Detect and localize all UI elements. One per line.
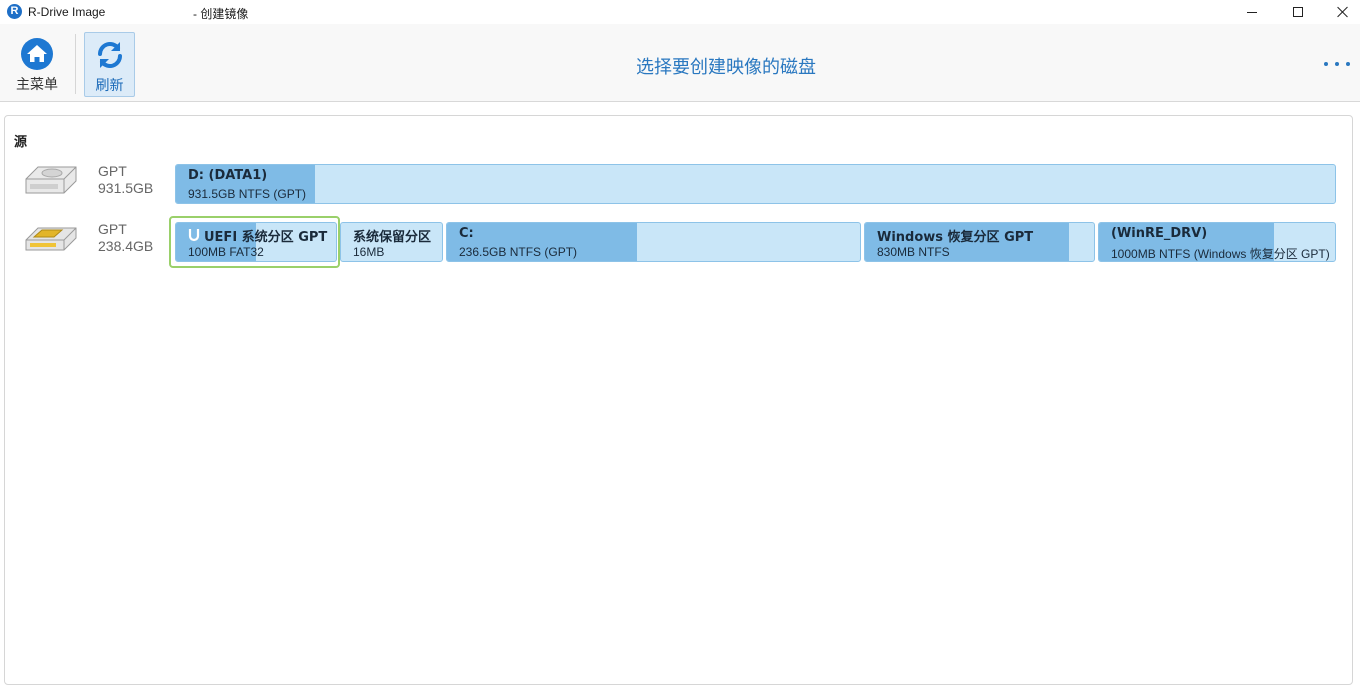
more-dot-icon: [1335, 62, 1339, 66]
partition-name: 系统保留分区: [353, 230, 432, 245]
close-icon: [1337, 6, 1349, 18]
partition-name: C:: [459, 226, 474, 241]
ssd-icon[interactable]: [22, 222, 78, 256]
disk-partition-style: GPT: [98, 221, 127, 237]
maximize-button[interactable]: [1275, 0, 1321, 24]
page-title: 选择要创建映像的磁盘: [636, 57, 816, 78]
partition-name: Windows 恢复分区 GPT: [877, 230, 1034, 245]
more-dot-icon: [1324, 62, 1328, 66]
partition-c[interactable]: C: 236.5GB NTFS (GPT): [446, 222, 861, 262]
window-subtitle: - 创建镜像: [193, 7, 249, 21]
partition-d-data1[interactable]: D: (DATA1) 931.5GB NTFS (GPT): [175, 164, 1336, 204]
disk-size: 238.4GB: [98, 238, 154, 254]
toolbar: 主菜单 刷新 选择要创建映像的磁盘: [0, 24, 1360, 102]
more-dot-icon: [1346, 62, 1350, 66]
disk-selection-panel: 源 GPT 931.5GB D: (DATA1) 931.5GB NTFS (G…: [4, 115, 1353, 685]
boot-partition-icon: [188, 229, 200, 242]
partition-winre-drv[interactable]: (WinRE_DRV) 1000MB NTFS (Windows 恢复分区 GP…: [1098, 222, 1336, 262]
partition-info: 16MB: [353, 245, 385, 259]
partition-name: UEFI 系统分区 GPT: [188, 226, 327, 245]
maximize-icon: [1293, 7, 1303, 17]
partition-name: D: (DATA1): [188, 168, 268, 183]
partition-name-text: UEFI 系统分区 GPT: [204, 230, 328, 245]
disk-size: 931.5GB: [98, 180, 154, 196]
hdd-icon[interactable]: [22, 163, 78, 197]
close-button[interactable]: [1320, 0, 1360, 24]
minimize-icon: [1247, 11, 1257, 13]
partition-system-reserved[interactable]: 系统保留分区 16MB: [340, 222, 443, 262]
partition-uefi[interactable]: UEFI 系统分区 GPT 100MB FAT32: [175, 222, 337, 262]
partition-info: 1000MB NTFS (Windows 恢复分区 GPT): [1111, 247, 1330, 261]
source-section-label: 源: [14, 135, 28, 150]
disk-partition-style: GPT: [98, 163, 127, 179]
app-title: R-Drive Image: [28, 5, 106, 19]
partition-info: 236.5GB NTFS (GPT): [459, 245, 578, 259]
minimize-button[interactable]: [1229, 0, 1275, 24]
more-options-button[interactable]: [1324, 58, 1350, 70]
partition-windows-recovery[interactable]: Windows 恢复分区 GPT 830MB NTFS: [864, 222, 1095, 262]
app-logo-icon: R: [7, 4, 22, 19]
partition-info: 830MB NTFS: [877, 245, 950, 259]
title-bar: R R-Drive Image - 创建镜像: [0, 0, 1360, 24]
partition-name: (WinRE_DRV): [1111, 226, 1208, 241]
partition-info: 100MB FAT32: [188, 245, 264, 259]
partition-info: 931.5GB NTFS (GPT): [188, 187, 307, 201]
